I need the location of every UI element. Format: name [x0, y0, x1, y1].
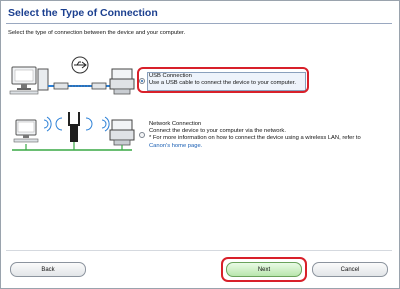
network-connection-note: * For more information on how to connect… [149, 135, 361, 142]
page-title: Select the Type of Connection [8, 7, 158, 19]
next-button-highlight [221, 257, 307, 282]
cancel-button[interactable]: Cancel [312, 262, 388, 277]
instruction-text: Select the type of connection between th… [8, 30, 186, 36]
network-connection-title: Network Connection [149, 121, 202, 127]
usb-option-highlight [137, 67, 309, 93]
network-connection-description: Connect the device to your computer via … [149, 128, 286, 135]
network-connection-radio[interactable] [139, 132, 145, 138]
back-button[interactable]: Back [10, 262, 86, 277]
network-connection-illustration [12, 112, 135, 151]
usb-connection-illustration [9, 56, 135, 95]
network-connection-option[interactable]: Network Connection Connect the device to… [149, 121, 389, 150]
canon-home-page-link[interactable]: Canon's home page. [149, 143, 389, 150]
title-divider [6, 23, 392, 24]
